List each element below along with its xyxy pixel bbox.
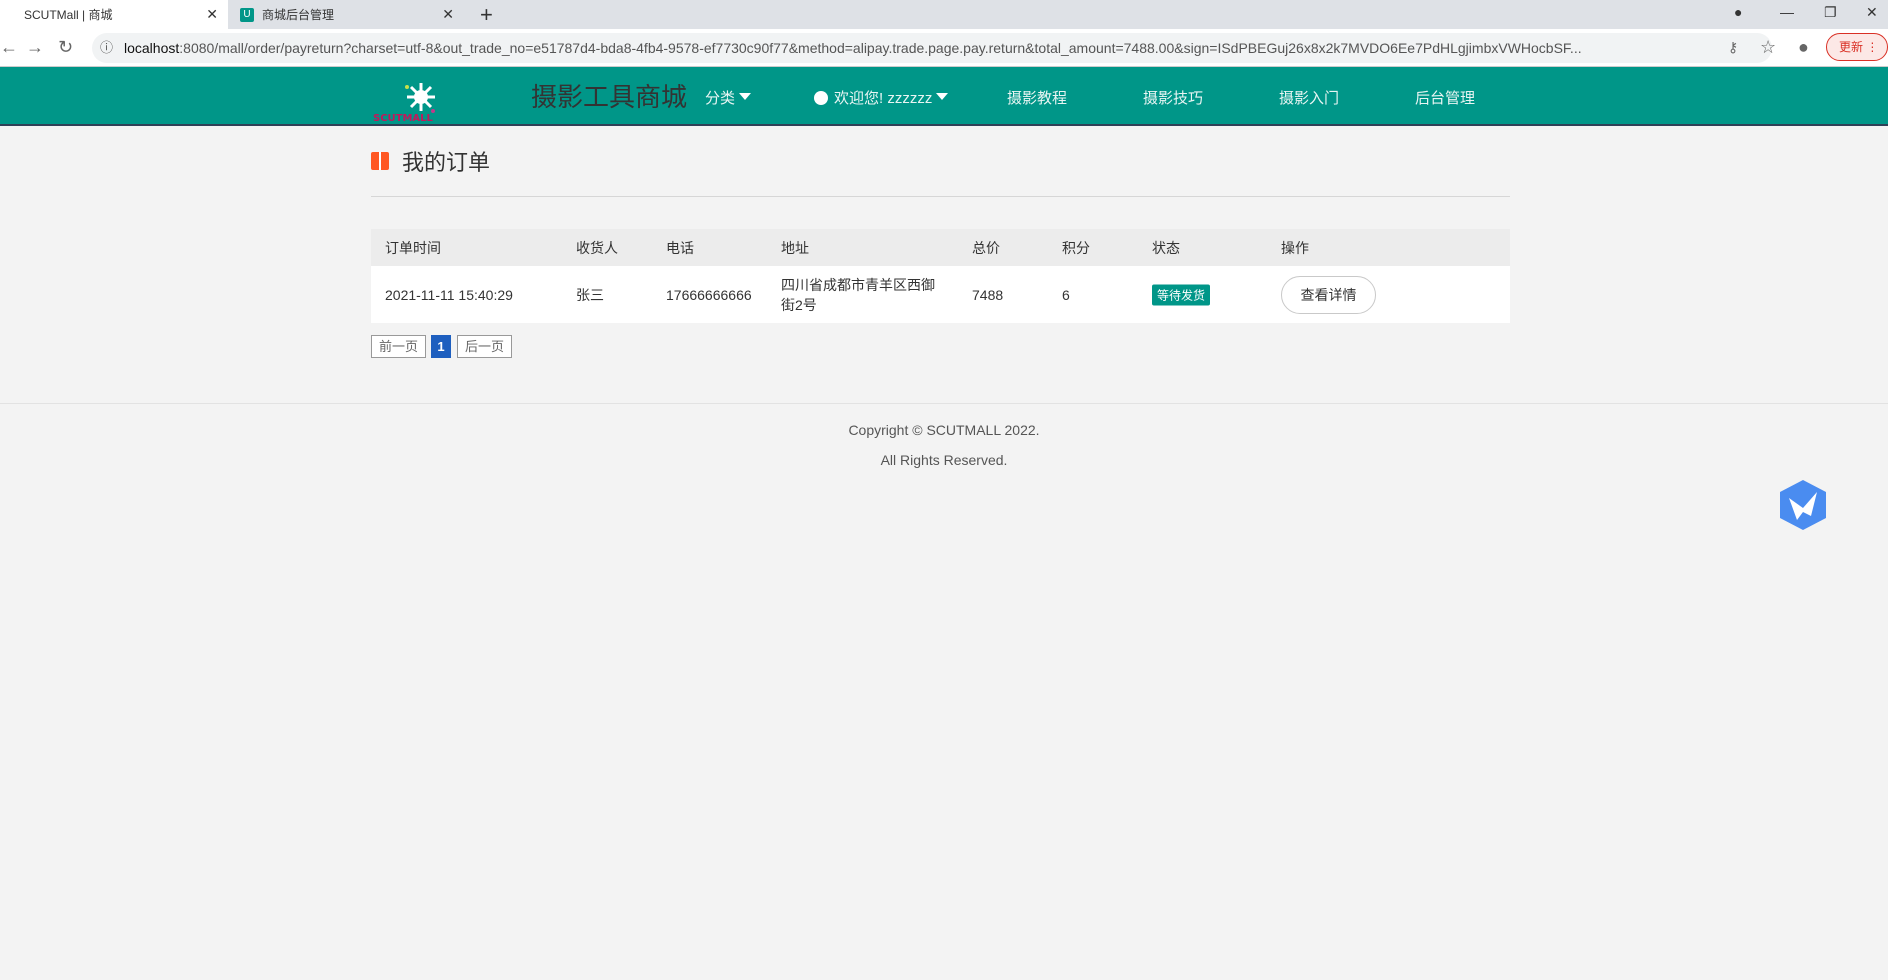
col-points: 积分 <box>1062 239 1090 256</box>
order-phone: 17666666666 <box>666 286 752 303</box>
next-page-button[interactable]: 后一页 <box>457 335 512 358</box>
divider <box>371 196 1510 197</box>
update-button[interactable]: 更新 ⋮ <box>1826 33 1888 61</box>
caret-down-icon <box>936 93 949 106</box>
key-icon[interactable]: ⚷ <box>1728 39 1738 56</box>
page-1-button[interactable]: 1 <box>431 335 451 358</box>
browser-tab-bar: SCUTMall | 商城 ✕ U 商城后台管理 ✕ + ● — ❐ ✕ <box>0 0 1888 29</box>
site-header: SCUTMALL 摄影工具商城 分类 欢迎您! zzzzzz 摄影教程 摄影技巧… <box>0 67 1888 126</box>
footer: Copyright © SCUTMALL 2022. All Rights Re… <box>0 403 1888 475</box>
account-icon[interactable]: ● <box>1798 37 1809 58</box>
col-time: 订单时间 <box>385 239 441 256</box>
floating-bird-icon[interactable] <box>1777 478 1829 532</box>
nav-category[interactable]: 分类 <box>705 87 752 108</box>
forward-icon[interactable]: → <box>26 37 44 58</box>
order-receiver: 张三 <box>576 286 604 303</box>
back-icon[interactable]: ← <box>0 37 18 58</box>
page-title: 我的订单 <box>371 145 490 177</box>
rights: All Rights Reserved. <box>880 452 1008 468</box>
col-status: 状态 <box>1152 239 1180 256</box>
col-address: 地址 <box>781 239 809 256</box>
nav-tutorial[interactable]: 摄影教程 <box>1007 87 1067 108</box>
tab-label: 商城后台管理 <box>262 8 335 22</box>
info-icon: ⓘ <box>100 40 114 55</box>
page-title-text: 我的订单 <box>402 150 491 175</box>
table-header: 订单时间 收货人 电话 地址 总价 积分 状态 操作 <box>371 229 1510 266</box>
url-input[interactable]: ⓘ localhost:8080/mall/order/payreturn?ch… <box>92 33 1772 63</box>
update-label: 更新 <box>1839 40 1864 54</box>
new-tab-button[interactable]: + <box>480 2 493 28</box>
tab-scutmall[interactable]: SCUTMall | 商城 ✕ <box>0 0 228 29</box>
nav-user-label: 欢迎您! zzzzzz <box>834 90 933 107</box>
prev-page-button[interactable]: 前一页 <box>371 335 426 358</box>
col-total: 总价 <box>972 239 1000 256</box>
favicon-icon: U <box>240 7 254 22</box>
tab-admin[interactable]: U 商城后台管理 ✕ <box>232 0 464 29</box>
status-badge: 等待发货 <box>1152 284 1211 305</box>
url-rest: :8080/mall/order/payreturn?charset=utf-8… <box>179 40 1582 56</box>
order-points: 6 <box>1062 286 1070 303</box>
reload-icon[interactable]: ↻ <box>58 37 73 58</box>
star-icon[interactable]: ☆ <box>1760 37 1776 58</box>
gift-icon <box>371 152 389 170</box>
logo[interactable]: SCUTMALL <box>371 77 455 123</box>
minimize-icon[interactable]: — <box>1780 4 1794 20</box>
copyright: Copyright © SCUTMALL 2022. <box>848 422 1040 438</box>
view-details-button[interactable]: 查看详情 <box>1281 275 1376 314</box>
col-phone: 电话 <box>666 239 694 256</box>
col-action: 操作 <box>1281 239 1309 256</box>
order-address: 四川省成都市青羊区西御街2号 <box>781 276 935 313</box>
close-tab-icon[interactable]: ✕ <box>206 6 218 23</box>
svg-text:SCUTMALL: SCUTMALL <box>373 113 434 123</box>
profile-menu-icon[interactable]: ● <box>1734 4 1742 20</box>
close-window-icon[interactable]: ✕ <box>1866 4 1878 21</box>
tab-label: SCUTMall | 商城 <box>24 8 113 22</box>
orders-table: 订单时间 收货人 电话 地址 总价 积分 状态 操作 2021-11-11 15… <box>371 229 1510 323</box>
table-row: 2021-11-11 15:40:29 张三 17666666666 四川省成都… <box>371 266 1510 323</box>
address-toolbar: ← → ↻ ⓘ localhost:8080/mall/order/payret… <box>0 29 1888 67</box>
user-icon <box>814 91 828 105</box>
col-receiver: 收货人 <box>576 239 618 256</box>
order-total: 7488 <box>972 286 1004 303</box>
nav-admin[interactable]: 后台管理 <box>1415 87 1475 108</box>
site-title[interactable]: 摄影工具商城 <box>531 77 687 114</box>
nav-category-label: 分类 <box>705 90 736 107</box>
caret-down-icon <box>739 93 752 106</box>
nav-user[interactable]: 欢迎您! zzzzzz <box>814 87 949 108</box>
restore-icon[interactable]: ❐ <box>1824 4 1837 21</box>
order-time: 2021-11-11 15:40:29 <box>385 286 513 303</box>
nav-intro[interactable]: 摄影入门 <box>1279 87 1339 108</box>
nav-skills[interactable]: 摄影技巧 <box>1143 87 1203 108</box>
url-host: localhost <box>124 40 180 56</box>
close-tab-icon[interactable]: ✕ <box>442 6 454 23</box>
